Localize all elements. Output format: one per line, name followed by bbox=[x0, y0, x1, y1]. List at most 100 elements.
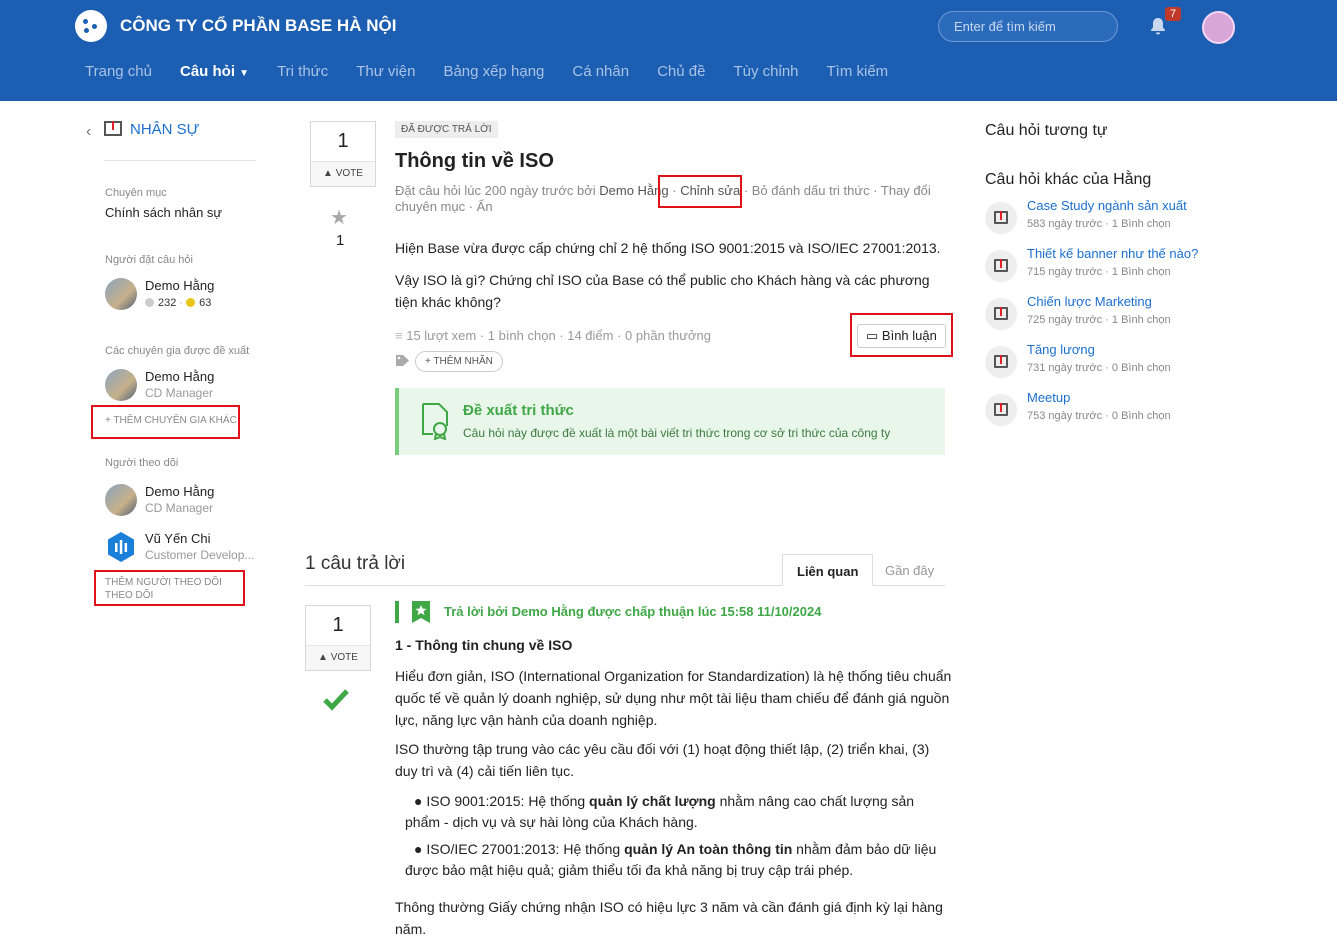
nav-questions[interactable]: Câu hỏi ▼ bbox=[180, 63, 249, 80]
nav-topics[interactable]: Chủ đề bbox=[657, 63, 705, 80]
question-vote: 1 ▲ VOTE bbox=[310, 121, 376, 187]
book-icon bbox=[985, 298, 1017, 330]
answer-paragraph: ISO thường tập trung vào các yêu cầu đối… bbox=[395, 741, 930, 779]
expert-name[interactable]: Demo Hằng bbox=[145, 369, 214, 384]
top-header: CÔNG TY CỔ PHẦN BASE HÀ NỘI Enter để tìm… bbox=[0, 0, 1337, 101]
tag-icon bbox=[396, 355, 409, 366]
followers-label: Người theo dõi bbox=[105, 457, 179, 469]
highlight-box bbox=[94, 570, 245, 606]
silver-points: 232 bbox=[158, 297, 177, 309]
triangle-up-icon: ▲ bbox=[323, 168, 333, 179]
list-item[interactable]: Tăng lương 731 ngày trước · 0 Bình chọn bbox=[985, 342, 1305, 386]
avatar bbox=[105, 278, 137, 310]
list-item[interactable]: Thiết kế banner như thế nào? 715 ngày tr… bbox=[985, 246, 1305, 290]
nav-customize[interactable]: Tùy chỉnh bbox=[733, 63, 798, 80]
vote-count: 1 bbox=[337, 130, 349, 152]
category-label: Chuyên mục bbox=[105, 187, 167, 199]
highlight-box bbox=[850, 313, 953, 357]
nav-personal[interactable]: Cá nhân bbox=[572, 63, 629, 80]
other-questions-title: Câu hỏi khác của Hằng bbox=[985, 171, 1152, 188]
asker-label: Người đặt câu hỏi bbox=[105, 254, 193, 266]
similar-questions-title: Câu hỏi tương tự bbox=[985, 122, 1108, 139]
notification-badge: 7 bbox=[1165, 7, 1182, 21]
expert-role: CD Manager bbox=[145, 386, 214, 400]
follower-name[interactable]: Vũ Yến Chi bbox=[145, 531, 211, 546]
question-body: Vậy ISO là gì? Chứng chỉ ISO của Base có… bbox=[395, 272, 930, 310]
asker-name[interactable]: Demo Hằng bbox=[145, 278, 214, 293]
upvote-button[interactable]: ▲ VOTE bbox=[311, 161, 375, 186]
answer-count: 1 câu trả lời bbox=[305, 553, 406, 574]
silver-dot-icon bbox=[145, 298, 154, 307]
question-link[interactable]: Meetup bbox=[1027, 390, 1070, 405]
avatar bbox=[105, 369, 137, 401]
tab-recent[interactable]: Gần đây bbox=[871, 554, 948, 586]
follower-name[interactable]: Demo Hằng bbox=[145, 484, 214, 499]
book-icon bbox=[985, 346, 1017, 378]
follower-role: Customer Develop... bbox=[145, 548, 255, 562]
answer-heading: 1 - Thông tin chung về ISO bbox=[395, 637, 573, 653]
list-item: ● ISO 9001:2015: Hệ thống quản lý chất l… bbox=[405, 793, 915, 830]
accepted-badge-icon bbox=[412, 601, 430, 623]
search-input[interactable]: Enter để tìm kiếm bbox=[938, 11, 1118, 42]
knowledge-suggest-box: Đề xuất tri thức Câu hỏi này được đề xuấ… bbox=[395, 388, 945, 455]
nav-knowledge[interactable]: Tri thức bbox=[277, 63, 328, 80]
gold-dot-icon bbox=[186, 298, 196, 307]
question-body: Hiện Base vừa được cấp chứng chỉ 2 hệ th… bbox=[395, 240, 941, 256]
book-icon bbox=[104, 121, 122, 136]
certificate-icon bbox=[422, 403, 448, 440]
gold-points: 63 bbox=[199, 297, 212, 309]
nav-search[interactable]: Tìm kiếm bbox=[827, 63, 889, 80]
answer-paragraph: Hiểu đơn giản, ISO (International Organi… bbox=[395, 668, 952, 728]
team-logo-icon bbox=[108, 532, 134, 562]
category-title[interactable]: NHÂN SỰ bbox=[130, 121, 200, 138]
tab-related[interactable]: Liên quan bbox=[782, 554, 874, 586]
main-nav: Trang chủ Câu hỏi ▼ Tri thức Thư viện Bả… bbox=[85, 63, 888, 80]
highlight-box bbox=[658, 175, 742, 208]
experts-label: Các chuyên gia được đề xuất bbox=[105, 345, 250, 357]
triangle-up-icon: ▲ bbox=[318, 652, 328, 663]
list-item[interactable]: Case Study ngành sản xuất 583 ngày trước… bbox=[985, 198, 1305, 242]
accent-bar bbox=[395, 601, 399, 623]
star-icon[interactable]: ★ bbox=[330, 205, 348, 230]
question-link[interactable]: Chiến lược Marketing bbox=[1027, 294, 1152, 309]
user-avatar[interactable] bbox=[1202, 11, 1235, 44]
question-link[interactable]: Tăng lương bbox=[1027, 342, 1095, 357]
question-link[interactable]: Case Study ngành sản xuất bbox=[1027, 198, 1187, 213]
book-icon bbox=[985, 394, 1017, 426]
suggest-desc: Câu hỏi này được đề xuất là một bài viết… bbox=[463, 426, 891, 440]
company-logo[interactable] bbox=[75, 10, 107, 42]
list-icon: ≡ bbox=[395, 328, 403, 343]
add-tag-button[interactable]: + THÊM NHÃN bbox=[415, 351, 503, 372]
page-title: Thông tin về ISO bbox=[395, 150, 554, 172]
list-item[interactable]: Chiến lược Marketing 725 ngày trước · 1 … bbox=[985, 294, 1305, 338]
accepted-text: Trả lời bởi Demo Hằng được chấp thuận lú… bbox=[444, 604, 822, 619]
upvote-button[interactable]: ▲ VOTE bbox=[306, 645, 370, 670]
divider bbox=[104, 160, 256, 161]
back-chevron-icon[interactable]: ‹ bbox=[86, 123, 91, 141]
company-name[interactable]: CÔNG TY CỔ PHẦN BASE HÀ NỘI bbox=[120, 16, 396, 36]
book-icon bbox=[985, 250, 1017, 282]
accepted-check-icon bbox=[323, 689, 349, 711]
question-link[interactable]: Thiết kế banner như thế nào? bbox=[1027, 246, 1198, 261]
nav-leaderboard[interactable]: Bảng xếp hạng bbox=[443, 63, 544, 80]
suggest-title: Đề xuất tri thức bbox=[463, 402, 574, 419]
list-item: ● ISO/IEC 27001:2013: Hệ thống quản lý A… bbox=[405, 841, 937, 878]
highlight-box bbox=[91, 405, 240, 439]
question-meta: 753 ngày trước · 0 Bình chọn bbox=[1027, 410, 1171, 422]
question-meta: 731 ngày trước · 0 Bình chọn bbox=[1027, 362, 1171, 374]
question-meta: 725 ngày trước · 1 Bình chọn bbox=[1027, 314, 1171, 326]
question-meta: 583 ngày trước · 1 Bình chọn bbox=[1027, 218, 1171, 230]
follower-role: CD Manager bbox=[145, 501, 214, 515]
status-badge: ĐÃ ĐƯỢC TRẢ LỜI bbox=[395, 121, 498, 138]
question-meta: 715 ngày trước · 1 Bình chọn bbox=[1027, 266, 1171, 278]
list-item[interactable]: Meetup 753 ngày trước · 0 Bình chọn bbox=[985, 390, 1305, 434]
answer-paragraph: Thông thường Giấy chứng nhận ISO có hiệu… bbox=[395, 899, 943, 937]
answer-vote: 1 ▲ VOTE bbox=[305, 605, 371, 671]
question-stats: ≡ 15 lượt xem · 1 bình chọn · 14 điểm · … bbox=[395, 328, 711, 343]
nav-library[interactable]: Thư viện bbox=[356, 63, 415, 80]
category-value[interactable]: Chính sách nhân sự bbox=[105, 205, 222, 220]
favorite-count: 1 bbox=[336, 232, 345, 249]
avatar bbox=[105, 484, 137, 516]
book-icon bbox=[985, 202, 1017, 234]
nav-home[interactable]: Trang chủ bbox=[85, 63, 152, 80]
